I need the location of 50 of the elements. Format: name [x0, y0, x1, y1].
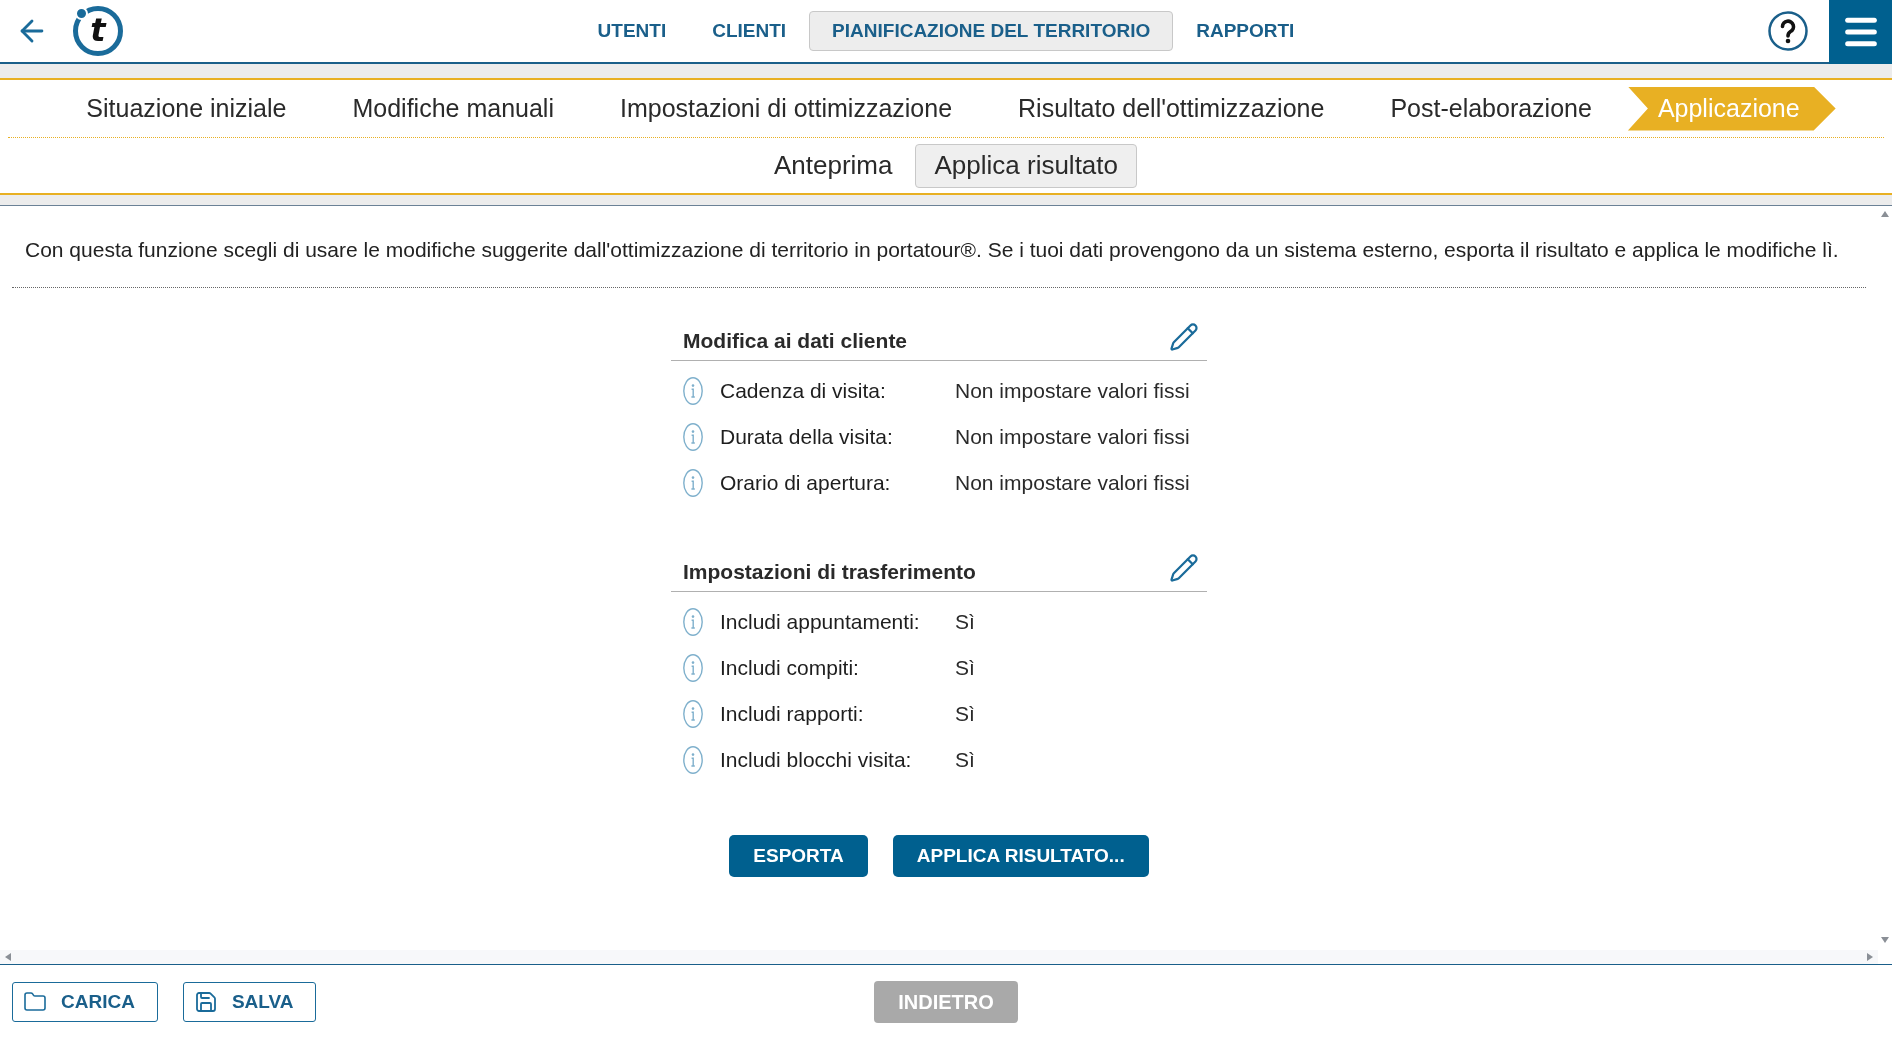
info-icon[interactable]: [683, 423, 703, 451]
setting-value: Non impostare valori fissi: [955, 470, 1190, 497]
scroll-left-icon[interactable]: [4, 952, 12, 962]
setting-value: Sì: [955, 747, 975, 774]
section-title: Modifica ai dati cliente: [683, 327, 908, 354]
info-icon[interactable]: [683, 469, 703, 497]
nav-tab[interactable]: PIANIFICAZIONE DEL TERRITORIO: [809, 11, 1174, 51]
info-icon[interactable]: [683, 746, 703, 774]
scroll-right-icon[interactable]: [1866, 952, 1874, 962]
scroll-down-icon[interactable]: [1880, 936, 1890, 944]
setting-value: Sì: [955, 609, 975, 636]
step-tab[interactable]: Post-elaborazione: [1360, 86, 1628, 131]
setting-label: Durata della visita:: [720, 424, 894, 451]
step-tab[interactable]: Risultato dell'ottimizzazione: [988, 86, 1361, 131]
info-icon[interactable]: [683, 654, 703, 682]
step-tab[interactable]: Situazione iniziale: [56, 86, 323, 131]
folder-icon: [23, 990, 47, 1014]
scroll-up-icon[interactable]: [1880, 210, 1890, 218]
section-title: Impostazioni di trasferimento: [683, 558, 976, 585]
step-tab[interactable]: Impostazioni di ottimizzazione: [589, 86, 989, 131]
setting-value: Sì: [955, 655, 975, 682]
app-logo[interactable]: t: [73, 6, 123, 56]
setting-label: Includi rapporti:: [720, 701, 865, 728]
nav-tab[interactable]: CLIENTI: [689, 11, 810, 51]
action-button[interactable]: ESPORTA: [729, 835, 868, 877]
footer-button[interactable]: SALVA: [182, 982, 317, 1022]
menu-button[interactable]: [1829, 0, 1892, 64]
nav-tab[interactable]: RAPPORTI: [1173, 11, 1318, 51]
info-icon[interactable]: [683, 608, 703, 636]
action-button[interactable]: APPLICA RISULTATO...: [892, 835, 1149, 877]
sub-tab[interactable]: Anteprima: [754, 143, 912, 188]
setting-label: Cadenza di visita:: [720, 378, 887, 405]
setting-value: Non impostare valori fissi: [955, 424, 1190, 451]
info-icon[interactable]: [683, 377, 703, 405]
help-icon[interactable]: [1768, 11, 1808, 51]
setting-label: Includi appuntamenti:: [720, 609, 921, 636]
edit-icon[interactable]: [1169, 552, 1199, 583]
info-icon[interactable]: [683, 700, 703, 728]
description-text: Con questa funzione scegli di usare le modifiche suggerite dall'ottimizzazione di territorio in portatour®. Se i tuoi dati provengono da un sistema esterno, esporta il risultato e applica le modifiche lì.: [24, 237, 1840, 263]
horizontal-scrollbar[interactable]: [0, 950, 1878, 964]
setting-label: Includi blocchi visita:: [720, 747, 913, 774]
footer-button[interactable]: CARICA: [12, 982, 158, 1022]
setting-value: Non impostare valori fissi: [955, 378, 1190, 405]
edit-icon[interactable]: [1169, 321, 1199, 352]
sub-tab[interactable]: Applica risultato: [915, 143, 1137, 188]
setting-value: Sì: [955, 701, 975, 728]
nav-tab[interactable]: UTENTI: [574, 11, 690, 51]
step-tab[interactable]: Modifiche manuali: [322, 86, 590, 131]
setting-label: Includi compiti:: [720, 655, 860, 682]
setting-label: Orario di apertura:: [720, 470, 892, 497]
